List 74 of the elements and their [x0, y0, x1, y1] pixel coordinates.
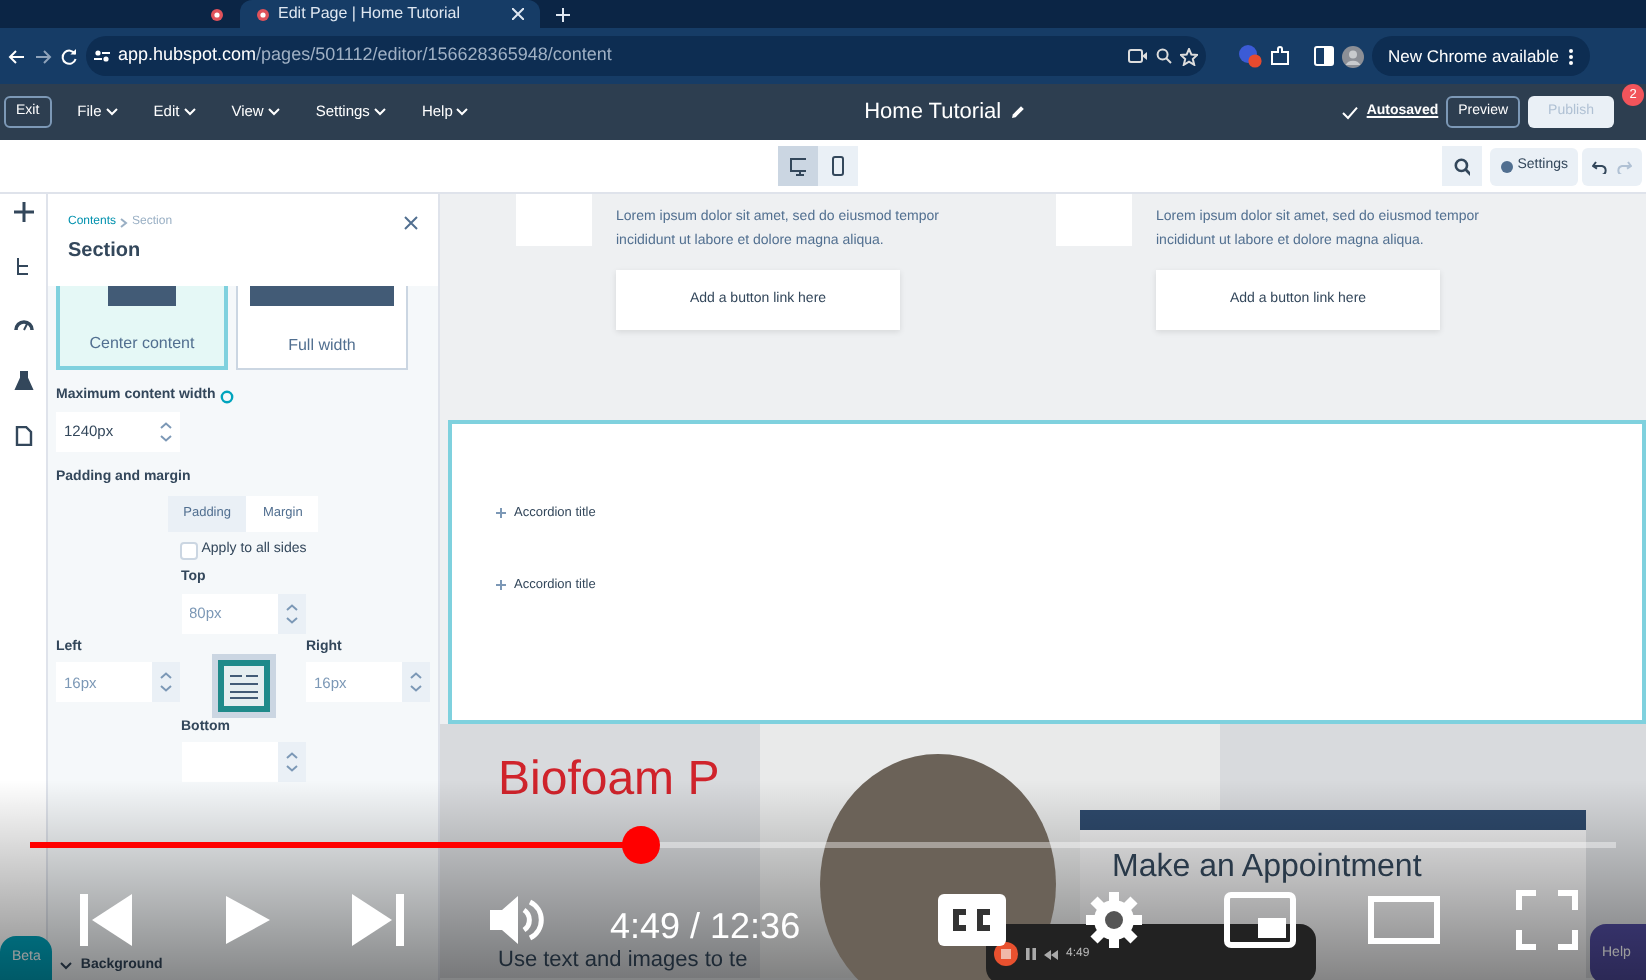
video-time: 4:49 / 12:36 [610, 904, 801, 950]
search-button[interactable] [1441, 146, 1482, 186]
pause-icon[interactable] [1026, 948, 1036, 960]
stepper-icon[interactable] [285, 752, 297, 773]
stepper-icon[interactable] [410, 672, 422, 693]
next-icon[interactable] [352, 894, 404, 946]
stepper-icon[interactable] [160, 672, 172, 693]
desktop-view-button[interactable] [778, 146, 818, 186]
panel-title: Section [68, 238, 143, 266]
more-icon[interactable] [1567, 47, 1574, 65]
caret-icon [373, 108, 386, 116]
record-icon [256, 7, 270, 21]
checkbox[interactable] [179, 541, 198, 559]
site-info-icon[interactable] [94, 48, 110, 64]
caret-icon [456, 108, 469, 116]
avatar-icon[interactable] [1342, 45, 1364, 67]
stepper-icon[interactable] [285, 603, 297, 624]
play-icon[interactable] [226, 896, 270, 944]
monitor-icon [790, 157, 806, 175]
side-panel-icon[interactable] [1314, 46, 1334, 66]
plus-icon[interactable] [496, 580, 506, 591]
camera-icon[interactable] [1128, 48, 1148, 64]
caret-icon [267, 108, 280, 116]
reload-icon[interactable] [60, 47, 78, 65]
fullscreen-icon[interactable] [1516, 890, 1578, 950]
theater-mode-icon[interactable] [1368, 896, 1440, 944]
check-icon [1342, 105, 1359, 119]
tree-icon[interactable] [13, 258, 33, 278]
update-button[interactable]: New Chrome available [1372, 36, 1590, 76]
previous-icon[interactable] [80, 894, 132, 946]
layout-option[interactable]: Full width [236, 286, 408, 370]
captions-icon[interactable] [938, 894, 1006, 946]
progress-track[interactable] [30, 842, 1616, 848]
centered-block-icon [108, 286, 176, 306]
stepper-icon[interactable] [160, 421, 172, 441]
forward-icon[interactable] [34, 47, 52, 65]
add-icon[interactable] [13, 202, 33, 222]
caret-icon [183, 108, 196, 116]
layout-option[interactable]: Center content [56, 286, 228, 370]
stop-icon[interactable] [994, 942, 1018, 966]
chevron-icon [120, 218, 129, 228]
new-tab-icon[interactable] [556, 8, 570, 22]
content-block-icon [211, 653, 275, 718]
star-icon[interactable] [1180, 47, 1198, 65]
page-title: Home Tutorial [864, 97, 1002, 128]
flask-icon[interactable] [13, 370, 33, 390]
close-icon[interactable] [404, 216, 418, 230]
chevron-icon[interactable] [60, 961, 73, 970]
gauge-icon[interactable] [13, 314, 33, 334]
volume-icon[interactable] [490, 894, 546, 946]
extension-icon[interactable] [1238, 44, 1262, 68]
record-icon [210, 7, 224, 21]
phone-icon [832, 156, 844, 176]
caret-icon [105, 108, 118, 116]
miniplayer-icon[interactable] [1224, 892, 1296, 948]
tab-title: Edit Page | Home Tutorial [278, 2, 463, 26]
full-width-icon [250, 286, 394, 306]
rewind-icon[interactable] [1044, 949, 1058, 959]
settings-icon[interactable] [1084, 890, 1144, 950]
mobile-view-button[interactable] [818, 146, 858, 186]
zoom-icon[interactable] [1156, 48, 1172, 64]
url-text: app.hubspot.com/pages/501112/editor/156628365948/content [118, 42, 614, 69]
hero-text: Use text and images to te [498, 946, 748, 976]
browser-tab[interactable]: Edit Page | Home Tutorial [240, 0, 540, 28]
undo-icon[interactable] [1592, 159, 1608, 173]
file-icon[interactable] [13, 426, 33, 446]
puzzle-icon[interactable] [1270, 46, 1290, 66]
plus-icon[interactable] [496, 508, 506, 519]
search-icon [1453, 157, 1470, 175]
back-icon[interactable] [8, 47, 26, 65]
address-bar[interactable]: app.hubspot.com/pages/501112/editor/156628365948/content [86, 36, 1206, 76]
pencil-icon[interactable] [1009, 104, 1026, 120]
refresh-icon[interactable] [219, 389, 234, 404]
hero-heading: Biofoam P [498, 750, 722, 810]
